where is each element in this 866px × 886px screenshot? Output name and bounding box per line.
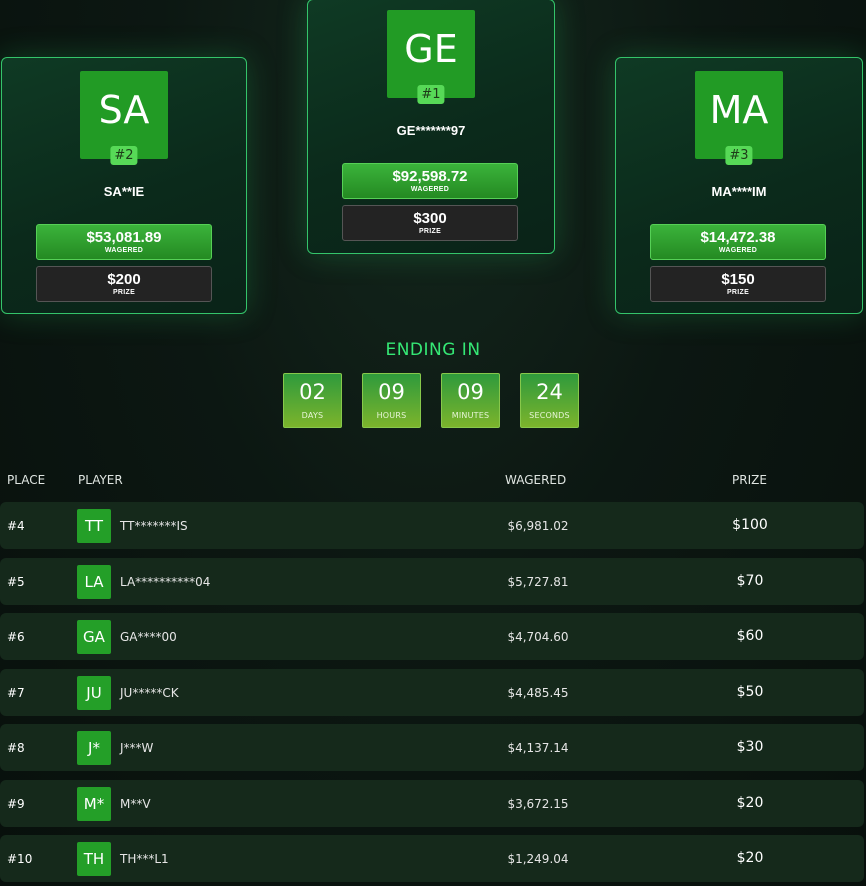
countdown-timer: 02 DAYS 09 HOURS 09 MINUTES 24 SECONDS: [283, 373, 579, 428]
wagered-box: $14,472.38 WAGERED: [650, 224, 826, 260]
row-player-name: JU*****CK: [120, 686, 179, 700]
countdown-days: 02 DAYS: [283, 373, 342, 428]
prize-box: $150 PRIZE: [650, 266, 826, 302]
prize-box: $300 PRIZE: [342, 205, 518, 241]
row-prize: $100: [732, 517, 768, 533]
row-wagered: $4,137.14: [507, 741, 569, 755]
countdown-value: 09: [457, 380, 484, 404]
row-wagered: $5,727.81: [507, 575, 569, 589]
countdown-unit-label: MINUTES: [451, 411, 490, 420]
avatar: LA: [77, 565, 111, 599]
row-place: #10: [7, 852, 33, 866]
row-wagered: $4,485.45: [507, 686, 569, 700]
wagered-amount: $14,472.38: [700, 229, 776, 246]
wagered-label: WAGERED: [104, 247, 144, 254]
header-wagered: WAGERED: [505, 473, 567, 487]
table-row: #5 LA LA**********04 $5,727.81 $70: [0, 558, 864, 605]
avatar: GE #1: [387, 10, 475, 104]
row-prize: $70: [736, 573, 764, 589]
row-player-name: TH***L1: [120, 852, 169, 866]
table-row: #10 TH TH***L1 $1,249.04 $20: [0, 835, 864, 882]
podium-card-rank-2: SA #2 SA**IE $53,081.89 WAGERED $200 PRI…: [1, 57, 247, 314]
avatar: SA #2: [80, 71, 168, 165]
header-place: PLACE: [7, 473, 46, 487]
row-wagered: $3,672.15: [507, 797, 569, 811]
prize-box: $200 PRIZE: [36, 266, 212, 302]
podium-card-rank-3: MA #3 MA****IM $14,472.38 WAGERED $150 P…: [615, 57, 863, 314]
countdown-value: 24: [536, 380, 563, 404]
avatar-initials: MA: [709, 88, 769, 132]
row-place: #6: [7, 630, 25, 644]
rank-badge: #3: [725, 146, 753, 165]
rank-badge: #1: [417, 85, 445, 104]
rank-badge: #2: [110, 146, 138, 165]
prize-label: PRIZE: [112, 289, 136, 296]
prize-label: PRIZE: [418, 228, 442, 235]
avatar-initials: GE: [404, 27, 458, 71]
avatar: GA: [77, 620, 111, 654]
avatar: M*: [77, 787, 111, 821]
podium-card-rank-1: GE #1 GE*******97 $92,598.72 WAGERED $30…: [307, 0, 555, 254]
leaderboard-header: PLACE PLAYER WAGERED PRIZE: [0, 473, 866, 487]
wagered-amount: $53,081.89: [86, 229, 162, 246]
row-prize: $50: [736, 684, 764, 700]
row-player-name: M**V: [120, 797, 151, 811]
avatar: MA #3: [695, 71, 783, 165]
table-row: #4 TT TT*******IS $6,981.02 $100: [0, 502, 864, 549]
wagered-amount: $92,598.72: [392, 168, 468, 185]
player-name: MA****IM: [711, 184, 767, 199]
row-wagered: $1,249.04: [507, 852, 569, 866]
wagered-label: WAGERED: [718, 247, 758, 254]
prize-label: PRIZE: [726, 289, 750, 296]
row-player-name: GA****00: [120, 630, 177, 644]
table-row: #9 M* M**V $3,672.15 $20: [0, 780, 864, 827]
avatar: J*: [77, 731, 111, 765]
row-place: #5: [7, 575, 25, 589]
player-name: SA**IE: [103, 184, 145, 199]
countdown-title: ENDING IN: [385, 340, 481, 360]
row-place: #4: [7, 519, 25, 533]
avatar: TH: [77, 842, 111, 876]
countdown-value: 02: [299, 380, 326, 404]
player-name: GE*******97: [396, 123, 466, 138]
prize-amount: $300: [413, 210, 447, 227]
header-player: PLAYER: [78, 473, 123, 487]
wagered-box: $53,081.89 WAGERED: [36, 224, 212, 260]
header-prize: PRIZE: [732, 473, 767, 487]
table-row: #6 GA GA****00 $4,704.60 $60: [0, 613, 864, 660]
row-player-name: TT*******IS: [120, 519, 188, 533]
row-place: #8: [7, 741, 25, 755]
table-row: #8 J* J***W $4,137.14 $30: [0, 724, 864, 771]
countdown-minutes: 09 MINUTES: [441, 373, 500, 428]
row-place: #7: [7, 686, 25, 700]
row-prize: $60: [736, 628, 764, 644]
row-wagered: $4,704.60: [507, 630, 569, 644]
wagered-label: WAGERED: [410, 186, 450, 193]
avatar-initials: SA: [98, 88, 150, 132]
row-player-name: LA**********04: [120, 575, 211, 589]
prize-amount: $150: [721, 271, 755, 288]
table-row: #7 JU JU*****CK $4,485.45 $50: [0, 669, 864, 716]
countdown-unit-label: HOURS: [376, 411, 407, 420]
avatar: JU: [77, 676, 111, 710]
wagered-box: $92,598.72 WAGERED: [342, 163, 518, 199]
countdown-value: 09: [378, 380, 405, 404]
row-prize: $20: [736, 795, 764, 811]
row-wagered: $6,981.02: [507, 519, 569, 533]
countdown-unit-label: DAYS: [301, 411, 324, 420]
avatar: TT: [77, 509, 111, 543]
countdown-hours: 09 HOURS: [362, 373, 421, 428]
countdown-seconds: 24 SECONDS: [520, 373, 579, 428]
row-prize: $30: [736, 739, 764, 755]
row-place: #9: [7, 797, 25, 811]
row-player-name: J***W: [120, 741, 154, 755]
countdown-unit-label: SECONDS: [529, 411, 570, 420]
row-prize: $20: [736, 850, 764, 866]
prize-amount: $200: [107, 271, 141, 288]
